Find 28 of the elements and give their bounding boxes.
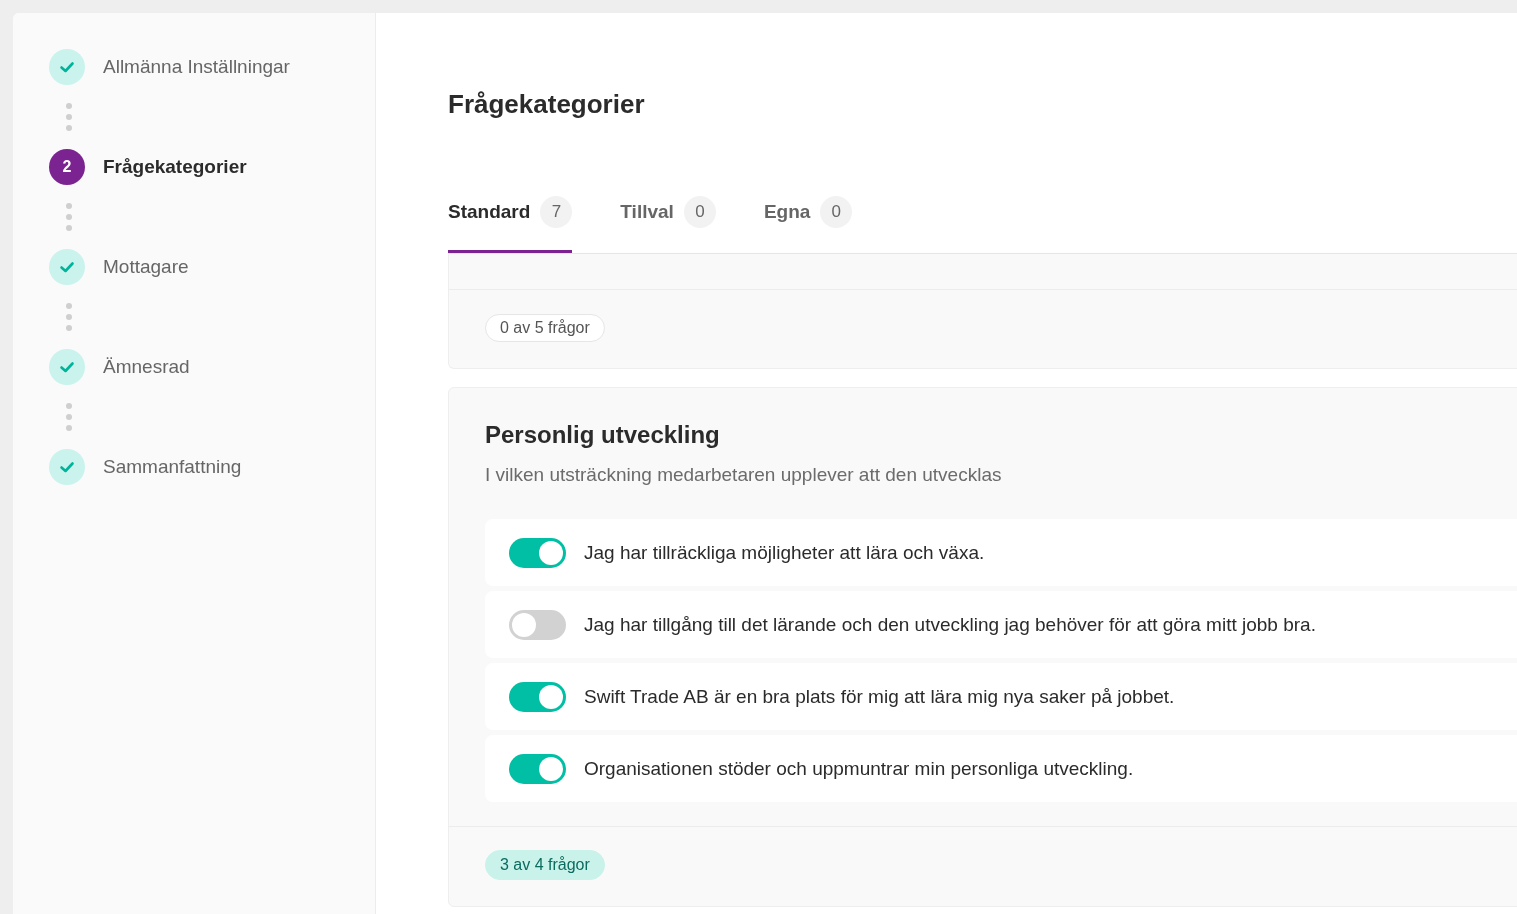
step-label[interactable]: Sammanfattning — [103, 456, 242, 478]
dotted-connector-icon — [66, 403, 72, 431]
step-number: 2 — [49, 149, 85, 185]
tab[interactable]: Tillval 0 — [620, 196, 716, 253]
category-title: Personlig utveckling — [485, 420, 721, 450]
toggle-switch[interactable] — [509, 537, 566, 568]
dotted-connector-icon — [66, 203, 72, 231]
step-label[interactable]: Mottagare — [103, 256, 189, 278]
toggle-switch[interactable] — [509, 609, 566, 640]
page-title: Frågekategorier — [448, 88, 646, 120]
toggle-switch[interactable] — [509, 753, 566, 784]
dotted-connector-icon — [66, 303, 72, 331]
question-text: Organisationen stöder och uppmuntrar min personliga utveckling. — [584, 757, 1134, 780]
step-label[interactable]: Allmänna Inställningar — [103, 56, 290, 78]
category-description: I vilken utsträckning medarbetaren upplever att den utvecklas — [485, 463, 1003, 487]
count-badge: 7 — [540, 196, 573, 228]
question-count-badge: 3 av 4 frågor — [485, 850, 605, 880]
toggle-switch[interactable] — [509, 681, 566, 712]
step-label[interactable]: Ämnesrad — [103, 356, 190, 378]
count-badge: 0 — [683, 196, 716, 228]
question-text: Swift Trade AB är en bra plats för mig att lära mig nya saker på jobbet. — [584, 685, 1175, 708]
question-count-badge: 0 av 5 frågor — [485, 314, 605, 342]
count-badge: 0 — [820, 196, 853, 228]
step-label[interactable]: Frågekategorier — [103, 156, 247, 178]
dotted-connector-icon — [66, 103, 72, 131]
question-text: Jag har tillräckliga möjligheter att lära och växa. — [584, 541, 985, 564]
tab[interactable]: Egna 0 — [763, 196, 853, 253]
question-text: Jag har tillgång till det lärande och den utveckling jag behöver för att göra mitt jobb bra. — [584, 613, 1316, 636]
